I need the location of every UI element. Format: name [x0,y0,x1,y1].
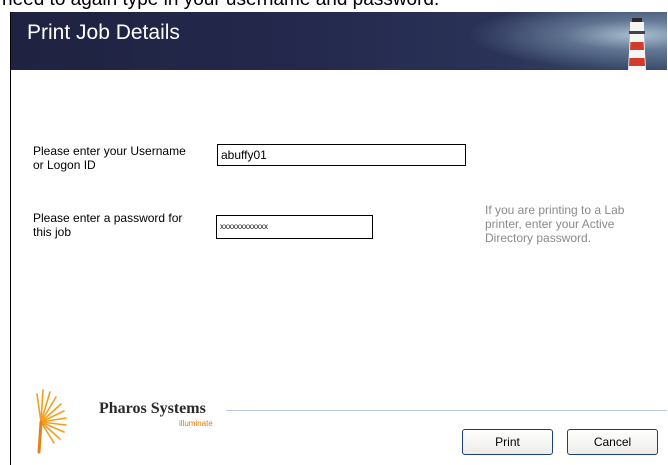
print-job-dialog: Print Job Details Please enter your User… [10,12,668,465]
username-label: Please enter your Username or Logon ID [33,144,186,172]
brand-tagline: illuminate [179,419,213,428]
password-hint: If you are printing to a Lab printer, en… [485,203,624,245]
page: need to again type in your username and … [0,0,668,465]
password-label-line2: this job [33,225,72,239]
lighthouse-icon [628,18,646,70]
dialog-header: Print Job Details [11,12,667,70]
password-field[interactable]: xxxxxxxxxxxx [216,215,373,239]
sunburst-logo-icon [36,389,67,454]
username-label-line1: Please enter your Username [33,144,186,158]
username-field[interactable]: abuffy01 [217,144,466,166]
password-label: Please enter a password for this job [33,211,182,239]
page-caption: need to again type in your username and … [2,0,439,12]
password-label-line1: Please enter a password for [33,211,183,225]
print-button[interactable]: Print [462,429,553,455]
hint-line1: If you are printing to a Lab [485,203,625,217]
cancel-button[interactable]: Cancel [567,429,658,455]
footer-divider [226,410,667,411]
username-label-line2: or Logon ID [33,158,96,172]
brand-name: Pharos Systems [99,400,206,417]
dialog-title: Print Job Details [27,21,180,44]
hint-line3: Directory password. [485,231,592,245]
hint-line2: printer, enter your Active [485,217,615,231]
